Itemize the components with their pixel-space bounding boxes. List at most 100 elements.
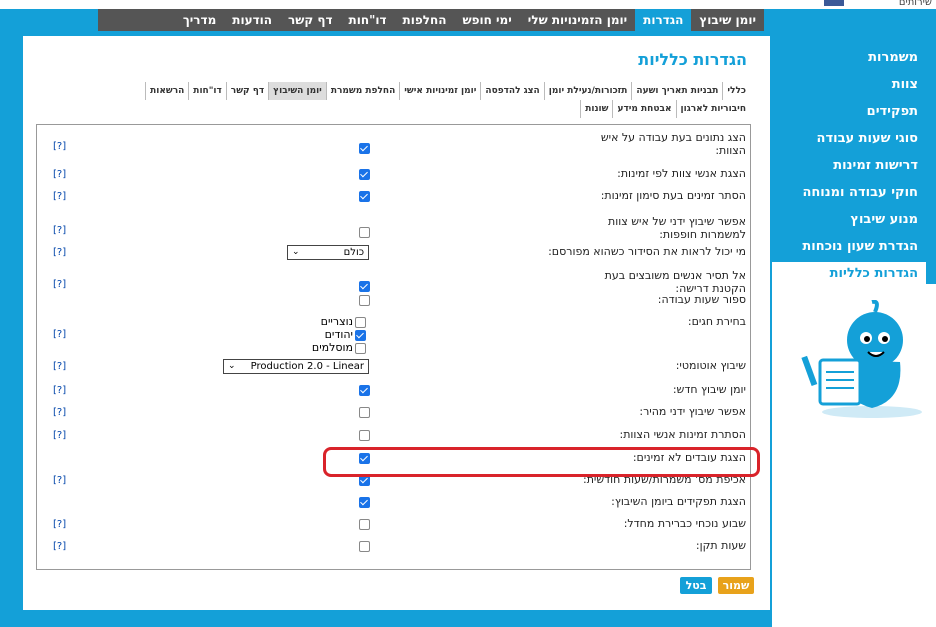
cancel-button[interactable]: בטל [680,577,712,594]
setting-checkbox[interactable] [359,541,370,552]
setting-label: הסתרת זמינות אנשי הצוות: [619,428,746,441]
select-value: כולם [343,247,364,258]
sidebar-item[interactable]: צוות [772,73,926,99]
help-link[interactable]: [?] [53,475,66,486]
chevron-down-icon: ⌄ [292,247,300,257]
site-text: שירותים [898,0,932,8]
nav-list: יומן שיבוץ הגדרות יומן הזמינויות שלי ימי חו… [175,9,764,31]
nav-item[interactable]: הגדרות [635,9,692,31]
save-button[interactable]: שמור [718,577,754,594]
settings-subtabs: כללי תבניות תאריך ושעה תזכורות/נעילת יומן ה… [100,82,750,118]
main-nav: יומן שיבוץ הגדרות יומן הזמינויות שלי ימי חו… [0,9,936,31]
setting-checkbox[interactable] [359,227,370,238]
mascot-illustration [801,300,922,418]
subtab[interactable]: דף קשר [225,82,268,100]
sidebar-item[interactable]: סוגי שעות עבודה [772,127,926,153]
sidebar-item[interactable]: חוקי עבודה ומנוחה [772,181,926,207]
settings-panel: הצג נתונים בעת עבודה על איש הצוות: [?] הצג… [36,124,751,570]
help-link[interactable]: [?] [53,385,66,396]
setting-checkbox[interactable] [359,430,370,441]
nav-item[interactable]: דף קשר [280,9,341,31]
setting-label: בחירת חגים: [687,315,746,328]
annotation-highlight [323,447,760,477]
subtabs-row-1: כללי תבניות תאריך ושעה תזכורות/נעילת יומן ה… [100,82,750,100]
setting-label: ספור שעות עבודה: [657,293,746,306]
nav-item[interactable]: ימי חופש [454,9,519,31]
subtab[interactable]: אבטחת מידע [612,100,675,118]
holiday-checkbox[interactable] [355,316,366,328]
nav-item[interactable]: יומן הזמינויות שלי [520,9,635,31]
setting-label: הצג נתונים בעת עבודה על איש הצוות: [600,131,746,157]
setting-checkbox[interactable] [359,169,370,180]
setting-checkbox[interactable] [359,295,370,306]
help-link[interactable]: [?] [53,329,66,340]
setting-checkbox[interactable] [359,407,370,418]
sidebar-item[interactable]: מנוע שיבוץ [772,208,926,234]
subtab[interactable]: הרשאות [145,82,188,100]
subtab[interactable]: כללי [722,82,750,100]
subtab[interactable]: יומן השיבוץ [268,82,326,100]
setting-label: הסתר זמינים בעת סימון זמינות: [600,189,746,202]
nav-item[interactable]: יומן שיבוץ [691,9,764,31]
setting-label: מי יכול לראות את הסידור כשהוא מפורסם: [548,245,746,258]
sidebar-item[interactable]: דרישות זמינות [772,154,926,180]
help-link[interactable]: [?] [53,169,66,180]
sidebar-item[interactable]: הגדרות כלליות [772,262,926,288]
setting-label: יומן שיבוץ חדש: [672,383,746,396]
sidebar-item[interactable]: משמרות [772,46,926,72]
help-link[interactable]: [?] [53,430,66,441]
setting-label: אל תסיר אנשים משובצים בעת הקטנת דרישה: [604,269,746,295]
nav-item[interactable]: הודעות [224,9,280,31]
nav-item[interactable]: החלפות [395,9,455,31]
setting-label: שבוע נוכחי כברירת מחדל: [623,517,746,530]
top-strip: שירותים [0,0,936,9]
holiday-checkbox[interactable] [355,342,366,354]
help-link[interactable]: [?] [53,361,66,372]
page-title: הגדרות כלליות [638,50,747,69]
nav-item[interactable]: מדריך [175,9,224,31]
setting-checkbox[interactable] [359,191,370,202]
setting-label: הצגת אנשי צוות לפי זמינות: [617,167,746,180]
holiday-label: יהודים [324,328,353,341]
setting-checkbox[interactable] [359,281,370,292]
setting-label: הצגת תפקידים ביומן השיבוץ: [611,495,746,508]
subtab[interactable]: הצג להדפסה [480,82,543,100]
setting-checkbox[interactable] [359,143,370,154]
subtab[interactable]: שונות [580,100,612,118]
holiday-label: נוצריים [320,315,353,328]
subtab[interactable]: דו"חות [188,82,226,100]
setting-label: אפשר שיבוץ ידני של איש צוות למשמרות חופפ… [608,215,746,241]
help-link[interactable]: [?] [53,279,66,290]
sidebar-item[interactable]: תפקידים [772,100,926,126]
setting-checkbox[interactable] [359,385,370,396]
facebook-icon[interactable] [824,0,844,6]
chevron-down-icon: ⌄ [228,361,236,371]
holiday-checkbox[interactable] [355,329,366,341]
help-link[interactable]: [?] [53,247,66,258]
help-link[interactable]: [?] [53,519,66,530]
subtab[interactable]: תבניות תאריך ושעה [631,82,722,100]
setting-checkbox[interactable] [359,497,370,508]
subtab[interactable]: יומן זמינויות אישי [399,82,480,100]
setting-checkbox[interactable] [359,519,370,530]
holiday-option: יהודים [325,328,366,341]
help-link[interactable]: [?] [53,541,66,552]
nav-item[interactable]: דו"חות [341,9,395,31]
sidebar: משמרות צוות תפקידים סוגי שעות עבודה דרישות ז… [772,46,926,289]
setting-label: שעות תקן: [695,539,746,552]
setting-label: שיבוץ אוטומטי: [675,359,746,372]
sidebar-item[interactable]: הגדרת שעון נוכחות [772,235,926,261]
help-link[interactable]: [?] [53,225,66,236]
subtab[interactable]: החלפת משמרת [325,82,399,100]
help-link[interactable]: [?] [53,407,66,418]
help-link[interactable]: [?] [53,141,66,152]
holiday-label: מוסלמים [311,341,353,354]
help-link[interactable]: [?] [53,191,66,202]
setting-select[interactable]: כולם ⌄ [287,245,369,260]
select-value: Production 2.0 - Linear [250,361,364,372]
setting-select[interactable]: Production 2.0 - Linear ⌄ [223,359,369,374]
subtab[interactable]: תזכורות/נעילת יומן [543,82,632,100]
setting-label: אפשר שיבוץ ידני מהיר: [639,405,746,418]
holiday-option: נוצריים [321,315,366,328]
subtab[interactable]: חיבוריות לארגון [675,100,750,118]
